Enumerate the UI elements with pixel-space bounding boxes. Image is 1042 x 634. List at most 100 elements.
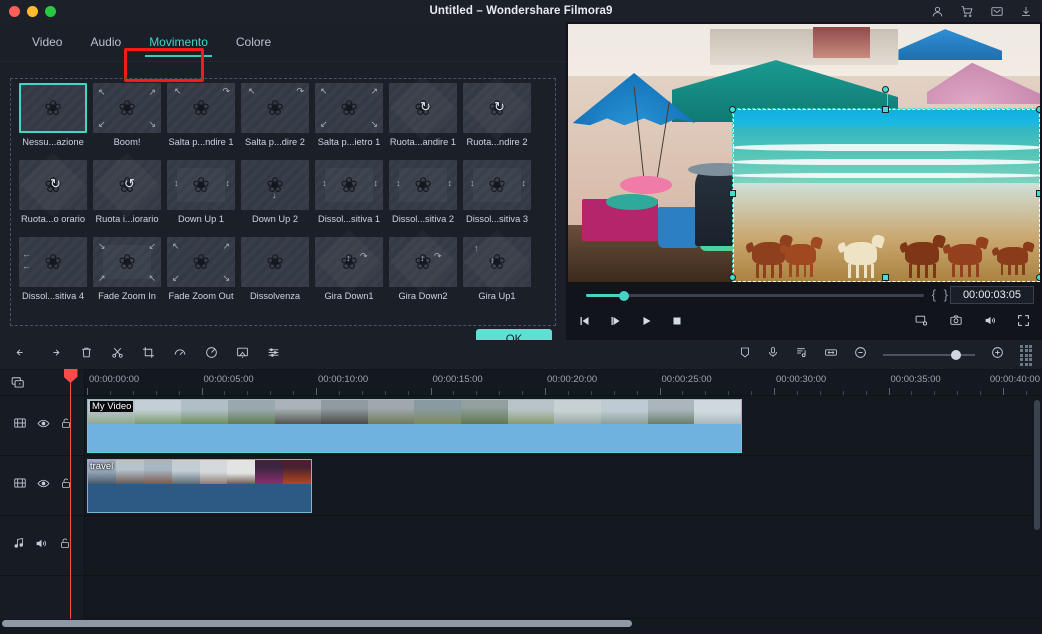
effect-thumbnail[interactable]: ❀ ↕ ↕	[463, 160, 531, 210]
crop-icon[interactable]	[142, 346, 155, 364]
redo-icon[interactable]	[47, 346, 62, 364]
handle-bottom-right[interactable]	[1035, 274, 1040, 282]
voiceover-icon[interactable]	[767, 346, 779, 364]
green-screen-icon[interactable]	[236, 346, 249, 364]
playhead[interactable]	[63, 369, 78, 619]
eye-icon[interactable]	[36, 477, 51, 495]
effect-thumbnail[interactable]: ❀	[19, 83, 87, 133]
audio-detach-icon[interactable]	[795, 346, 808, 364]
preview-stage[interactable]	[568, 24, 1040, 282]
marker-icon[interactable]	[739, 346, 751, 364]
motion-effects-grid[interactable]: ❀ Nessu...azione ❀ ↖ ↗ ↙ ↘ Boom! ❀ ↖ ↷ Salta p...nd…	[10, 78, 556, 326]
handle-top-right[interactable]	[1035, 106, 1040, 114]
panel-resize-grip[interactable]	[1020, 344, 1032, 366]
undo-icon[interactable]	[14, 346, 29, 364]
volume-icon[interactable]	[983, 314, 997, 332]
color-icon[interactable]	[205, 346, 218, 364]
effect-item[interactable]: ❀ ↖ ↷ Salta p...dire 2	[238, 83, 312, 160]
next-frame-button[interactable]	[609, 314, 622, 332]
eye-icon[interactable]	[36, 417, 51, 435]
audio-mixer-icon[interactable]	[267, 346, 280, 364]
track-video-1[interactable]: My Video	[85, 396, 1042, 456]
split-icon[interactable]	[111, 346, 124, 364]
tab-video[interactable]: Video	[18, 23, 76, 61]
effect-thumbnail[interactable]: ❀ ↕ ↕	[315, 160, 383, 210]
track-header-audio-1[interactable]	[0, 516, 84, 576]
effect-thumbnail[interactable]: ❀ ↖ ↗ ↙ ↘	[315, 83, 383, 133]
seek-knob[interactable]	[619, 290, 629, 301]
effect-item[interactable]: ❀ ↕ ↕ Down Up 1	[164, 160, 238, 237]
effect-thumbnail[interactable]: ❀ ↖ ↷	[241, 83, 309, 133]
effect-thumbnail[interactable]: ❀ ↕ ↷	[389, 237, 457, 287]
effect-thumbnail[interactable]: ❀ ↕ ↕	[167, 160, 235, 210]
mark-out-button[interactable]: }	[944, 287, 948, 302]
timeline-clip-my-video[interactable]: My Video	[87, 399, 742, 453]
effect-item[interactable]: ❀ ↺ Ruota i...iorario	[90, 160, 164, 237]
playback-seek-bar[interactable]	[586, 290, 924, 301]
effect-item[interactable]: ❀ ↻ Ruota...ndire 2	[460, 83, 534, 160]
tab-audio[interactable]: Audio	[76, 23, 135, 61]
effect-item[interactable]: ❀ ↓ Down Up 2	[238, 160, 312, 237]
timeline-horizontal-scrollbar[interactable]	[2, 620, 632, 627]
track-video-2[interactable]: travel	[85, 456, 1042, 516]
effect-item[interactable]: ❀ ↖ ↗ ↙ ↘ Salta p...ietro 1	[312, 83, 386, 160]
effect-thumbnail[interactable]: ❀ ↖ ↷	[167, 83, 235, 133]
zoom-slider[interactable]	[883, 350, 975, 360]
prev-frame-button[interactable]	[578, 314, 591, 332]
handle-bottom-center[interactable]	[882, 274, 890, 282]
effect-thumbnail[interactable]: ❀ ↘ ↙ ↗ ↖	[93, 237, 161, 287]
zoom-out-icon[interactable]	[854, 346, 867, 364]
effect-item[interactable]: ❀ ← ← Dissol...sitiva 4	[16, 237, 90, 314]
effect-thumbnail[interactable]: ❀ ↑ ↕	[463, 237, 531, 287]
effect-item[interactable]: ❀ ↑ ↕ Gira Up1	[460, 237, 534, 314]
player-timecode[interactable]: 00:00:03:05	[950, 286, 1034, 304]
download-icon[interactable]	[1020, 5, 1032, 18]
effect-thumbnail[interactable]: ❀ ↻	[463, 83, 531, 133]
effect-thumbnail[interactable]: ❀ ← ←	[19, 237, 87, 287]
track-audio-1[interactable]	[85, 516, 1042, 576]
track-header-video-1[interactable]	[0, 396, 84, 456]
effect-thumbnail[interactable]: ❀ ↕ ↷	[315, 237, 383, 287]
effect-thumbnail[interactable]: ❀ ↕ ↕	[389, 160, 457, 210]
effect-item[interactable]: ❀ ↕ ↕ Dissol...sitiva 3	[460, 160, 534, 237]
effect-thumbnail[interactable]: ❀ ↻	[389, 83, 457, 133]
effect-item[interactable]: ❀ Nessu...azione	[16, 83, 90, 160]
zoom-in-icon[interactable]	[991, 346, 1004, 364]
effect-item[interactable]: ❀ ↕ ↕ Dissol...sitiva 2	[386, 160, 460, 237]
effect-item[interactable]: ❀ ↻ Ruota...andire 1	[386, 83, 460, 160]
stop-button[interactable]	[671, 314, 683, 332]
account-icon[interactable]	[931, 5, 944, 18]
effect-item[interactable]: ❀ ↘ ↙ ↗ ↖ Fade Zoom In	[90, 237, 164, 314]
speaker-icon[interactable]	[34, 537, 49, 555]
effect-item[interactable]: ❀ ↕ ↷ Gira Down1	[312, 237, 386, 314]
speed-icon[interactable]	[173, 346, 187, 364]
effect-thumbnail[interactable]: ❀	[241, 237, 309, 287]
delete-icon[interactable]	[80, 346, 93, 364]
effect-thumbnail[interactable]: ❀ ↖ ↗ ↙ ↘	[93, 83, 161, 133]
handle-top-center[interactable]	[882, 106, 890, 114]
cart-icon[interactable]	[960, 5, 974, 18]
effect-item[interactable]: ❀ ↖ ↗ ↙ ↘ Boom!	[90, 83, 164, 160]
track-empty-area[interactable]	[85, 576, 1042, 619]
effect-item[interactable]: ❀ ↖ ↗ ↙ ↘ Fade Zoom Out	[164, 237, 238, 314]
effect-item[interactable]: ❀ Dissolvenza	[238, 237, 312, 314]
effect-item[interactable]: ❀ ↖ ↷ Salta p...ndire 1	[164, 83, 238, 160]
effect-item[interactable]: ❀ ↻ Ruota...o orario	[16, 160, 90, 237]
effect-thumbnail[interactable]: ❀ ↻	[19, 160, 87, 210]
play-button[interactable]	[640, 314, 653, 332]
effect-item[interactable]: ❀ ↕ ↷ Gira Down2	[386, 237, 460, 314]
fit-timeline-icon[interactable]	[824, 346, 838, 364]
effect-thumbnail[interactable]: ❀ ↓	[241, 160, 309, 210]
inbox-icon[interactable]	[990, 5, 1004, 18]
snapshot-icon[interactable]	[949, 314, 963, 332]
fullscreen-icon[interactable]	[1017, 314, 1030, 332]
zoom-slider-knob[interactable]	[951, 350, 961, 360]
tab-colore[interactable]: Colore	[222, 23, 285, 61]
effect-thumbnail[interactable]: ❀ ↖ ↗ ↙ ↘	[167, 237, 235, 287]
tab-movimento[interactable]: Movimento	[135, 23, 222, 61]
track-header-video-2[interactable]	[0, 456, 84, 516]
handle-mid-right[interactable]	[1035, 190, 1040, 198]
timeline-vertical-scrollbar[interactable]	[1034, 400, 1040, 530]
timeline-ruler[interactable]: 00:00:00:00 00:00:05:00 00:00:10:00 00:00:1…	[85, 370, 1042, 396]
handle-mid-left[interactable]	[729, 190, 737, 198]
